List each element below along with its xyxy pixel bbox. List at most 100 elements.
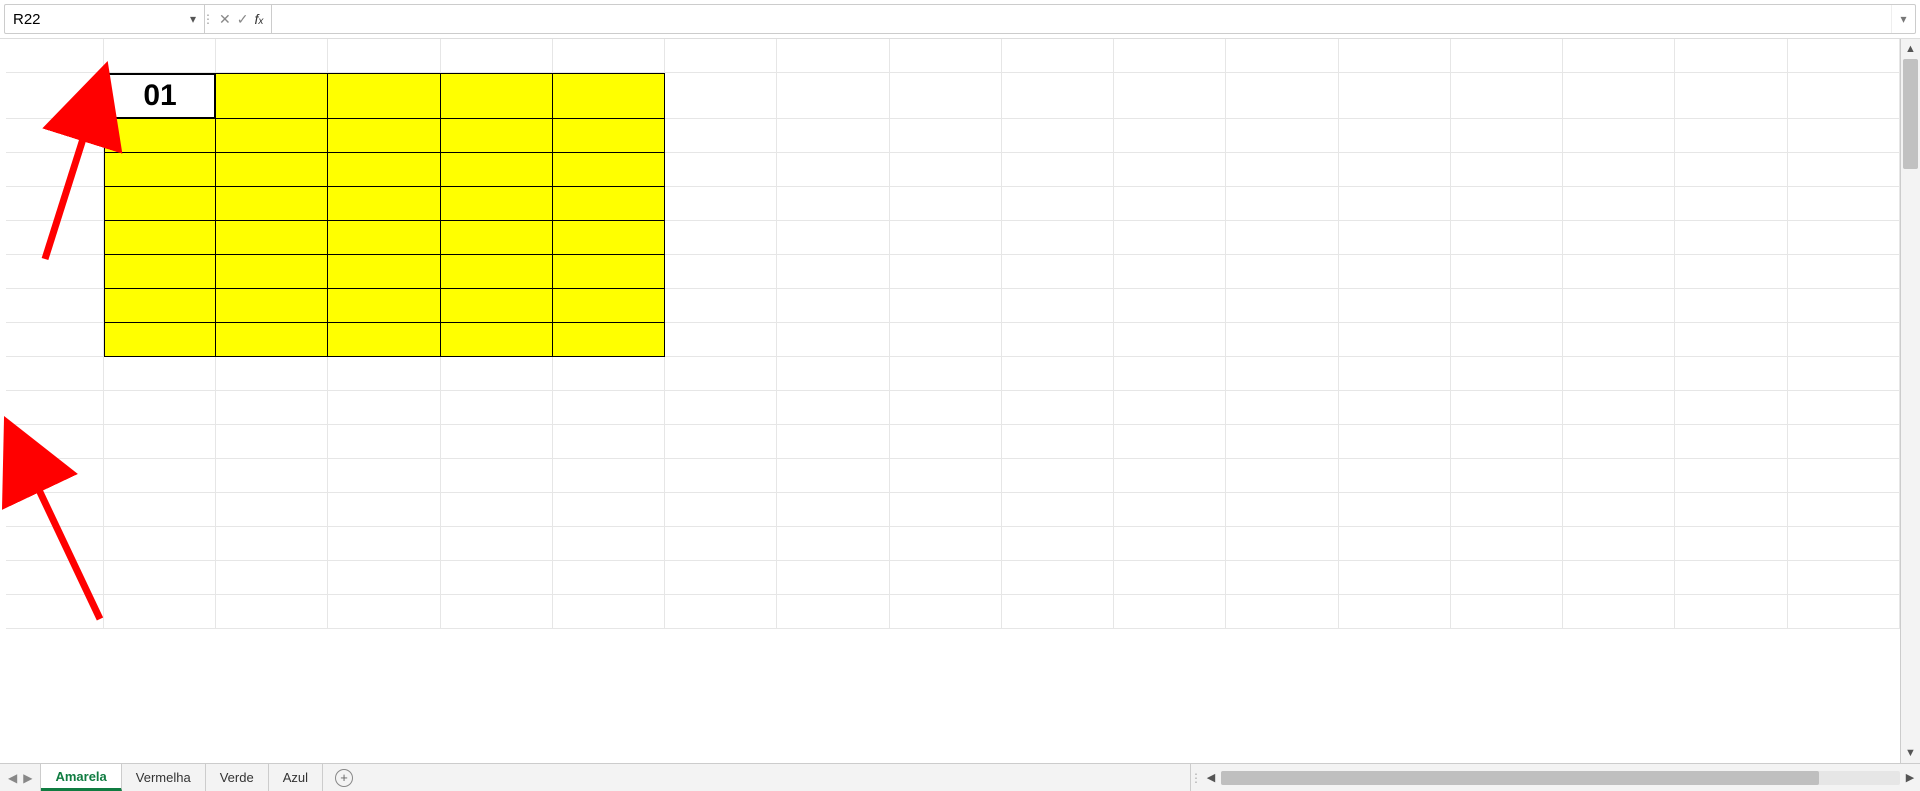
cell[interactable] [1339, 527, 1451, 561]
cell[interactable] [104, 561, 216, 595]
cell[interactable] [1002, 527, 1114, 561]
cell[interactable] [1675, 255, 1787, 289]
cell[interactable] [777, 119, 889, 153]
cell[interactable] [1788, 187, 1900, 221]
cell[interactable] [1451, 323, 1563, 357]
cell[interactable] [553, 187, 665, 221]
cell[interactable] [1226, 527, 1338, 561]
cell[interactable] [1226, 493, 1338, 527]
cell[interactable] [216, 119, 328, 153]
cell[interactable] [1114, 323, 1226, 357]
cell[interactable] [665, 323, 777, 357]
cell[interactable] [1339, 459, 1451, 493]
cell[interactable] [1788, 221, 1900, 255]
cell[interactable] [665, 595, 777, 629]
cell[interactable] [1002, 119, 1114, 153]
cell[interactable] [441, 73, 553, 119]
cell[interactable] [890, 119, 1002, 153]
cell[interactable] [6, 289, 104, 323]
cell[interactable] [553, 221, 665, 255]
cell[interactable] [1563, 561, 1675, 595]
cell[interactable] [1114, 561, 1226, 595]
cell[interactable] [1226, 39, 1338, 73]
sheet-tab[interactable]: Amarela [41, 764, 121, 791]
cell[interactable] [1451, 221, 1563, 255]
cell[interactable] [1563, 527, 1675, 561]
cell[interactable] [1563, 39, 1675, 73]
sheet-tab[interactable]: Azul [269, 764, 323, 791]
cell[interactable] [1002, 289, 1114, 323]
cell[interactable] [441, 221, 553, 255]
cell[interactable] [1226, 595, 1338, 629]
cell[interactable] [777, 187, 889, 221]
cell[interactable] [1788, 39, 1900, 73]
cell[interactable] [1002, 187, 1114, 221]
cell[interactable] [216, 459, 328, 493]
cell[interactable] [441, 391, 553, 425]
cell[interactable] [1675, 493, 1787, 527]
cell[interactable] [6, 561, 104, 595]
cell[interactable] [1226, 459, 1338, 493]
cell[interactable] [665, 391, 777, 425]
cell[interactable] [1002, 459, 1114, 493]
cell[interactable] [1339, 357, 1451, 391]
cell[interactable] [328, 595, 440, 629]
cell[interactable] [6, 187, 104, 221]
cell[interactable] [1339, 187, 1451, 221]
cell[interactable] [1675, 187, 1787, 221]
scroll-track[interactable] [1901, 59, 1920, 743]
cell[interactable] [1451, 289, 1563, 323]
cell[interactable] [1788, 255, 1900, 289]
cell[interactable] [328, 153, 440, 187]
cell[interactable] [6, 391, 104, 425]
cell[interactable] [777, 459, 889, 493]
cell[interactable] [441, 323, 553, 357]
cell[interactable] [1788, 357, 1900, 391]
cell[interactable] [1339, 221, 1451, 255]
cell[interactable] [216, 595, 328, 629]
cell[interactable] [1114, 425, 1226, 459]
cell[interactable] [1339, 119, 1451, 153]
cell[interactable] [1226, 425, 1338, 459]
cell[interactable] [1788, 595, 1900, 629]
cell[interactable] [777, 391, 889, 425]
scroll-up-icon[interactable]: ▲ [1901, 39, 1920, 59]
cell[interactable] [1339, 595, 1451, 629]
cell[interactable] [6, 73, 104, 119]
cell[interactable] [1002, 153, 1114, 187]
cell[interactable] [1563, 119, 1675, 153]
add-sheet-button[interactable]: + [323, 764, 365, 791]
cell[interactable] [1675, 459, 1787, 493]
cell[interactable] [553, 459, 665, 493]
cell[interactable] [1002, 391, 1114, 425]
cell[interactable] [1002, 255, 1114, 289]
cell[interactable] [1675, 425, 1787, 459]
cell[interactable] [1114, 119, 1226, 153]
cell[interactable] [1675, 153, 1787, 187]
cell[interactable] [104, 119, 216, 153]
cell[interactable] [553, 119, 665, 153]
cell[interactable] [665, 255, 777, 289]
sheet-tab[interactable]: Vermelha [122, 764, 206, 791]
cell[interactable] [890, 221, 1002, 255]
cell[interactable] [6, 221, 104, 255]
cell[interactable] [1339, 73, 1451, 119]
cell[interactable] [1114, 595, 1226, 629]
cell[interactable] [665, 187, 777, 221]
cell[interactable] [1563, 289, 1675, 323]
cell[interactable] [1451, 187, 1563, 221]
cell[interactable] [441, 39, 553, 73]
cell[interactable] [890, 323, 1002, 357]
cell[interactable] [6, 595, 104, 629]
cell[interactable] [890, 493, 1002, 527]
cell[interactable] [1563, 595, 1675, 629]
cell[interactable] [6, 459, 104, 493]
cell[interactable] [441, 153, 553, 187]
cell[interactable] [890, 425, 1002, 459]
cell[interactable] [441, 459, 553, 493]
cell[interactable] [1563, 73, 1675, 119]
cell[interactable] [1002, 323, 1114, 357]
cell[interactable] [1675, 561, 1787, 595]
cell[interactable] [328, 73, 440, 119]
cell[interactable] [216, 221, 328, 255]
